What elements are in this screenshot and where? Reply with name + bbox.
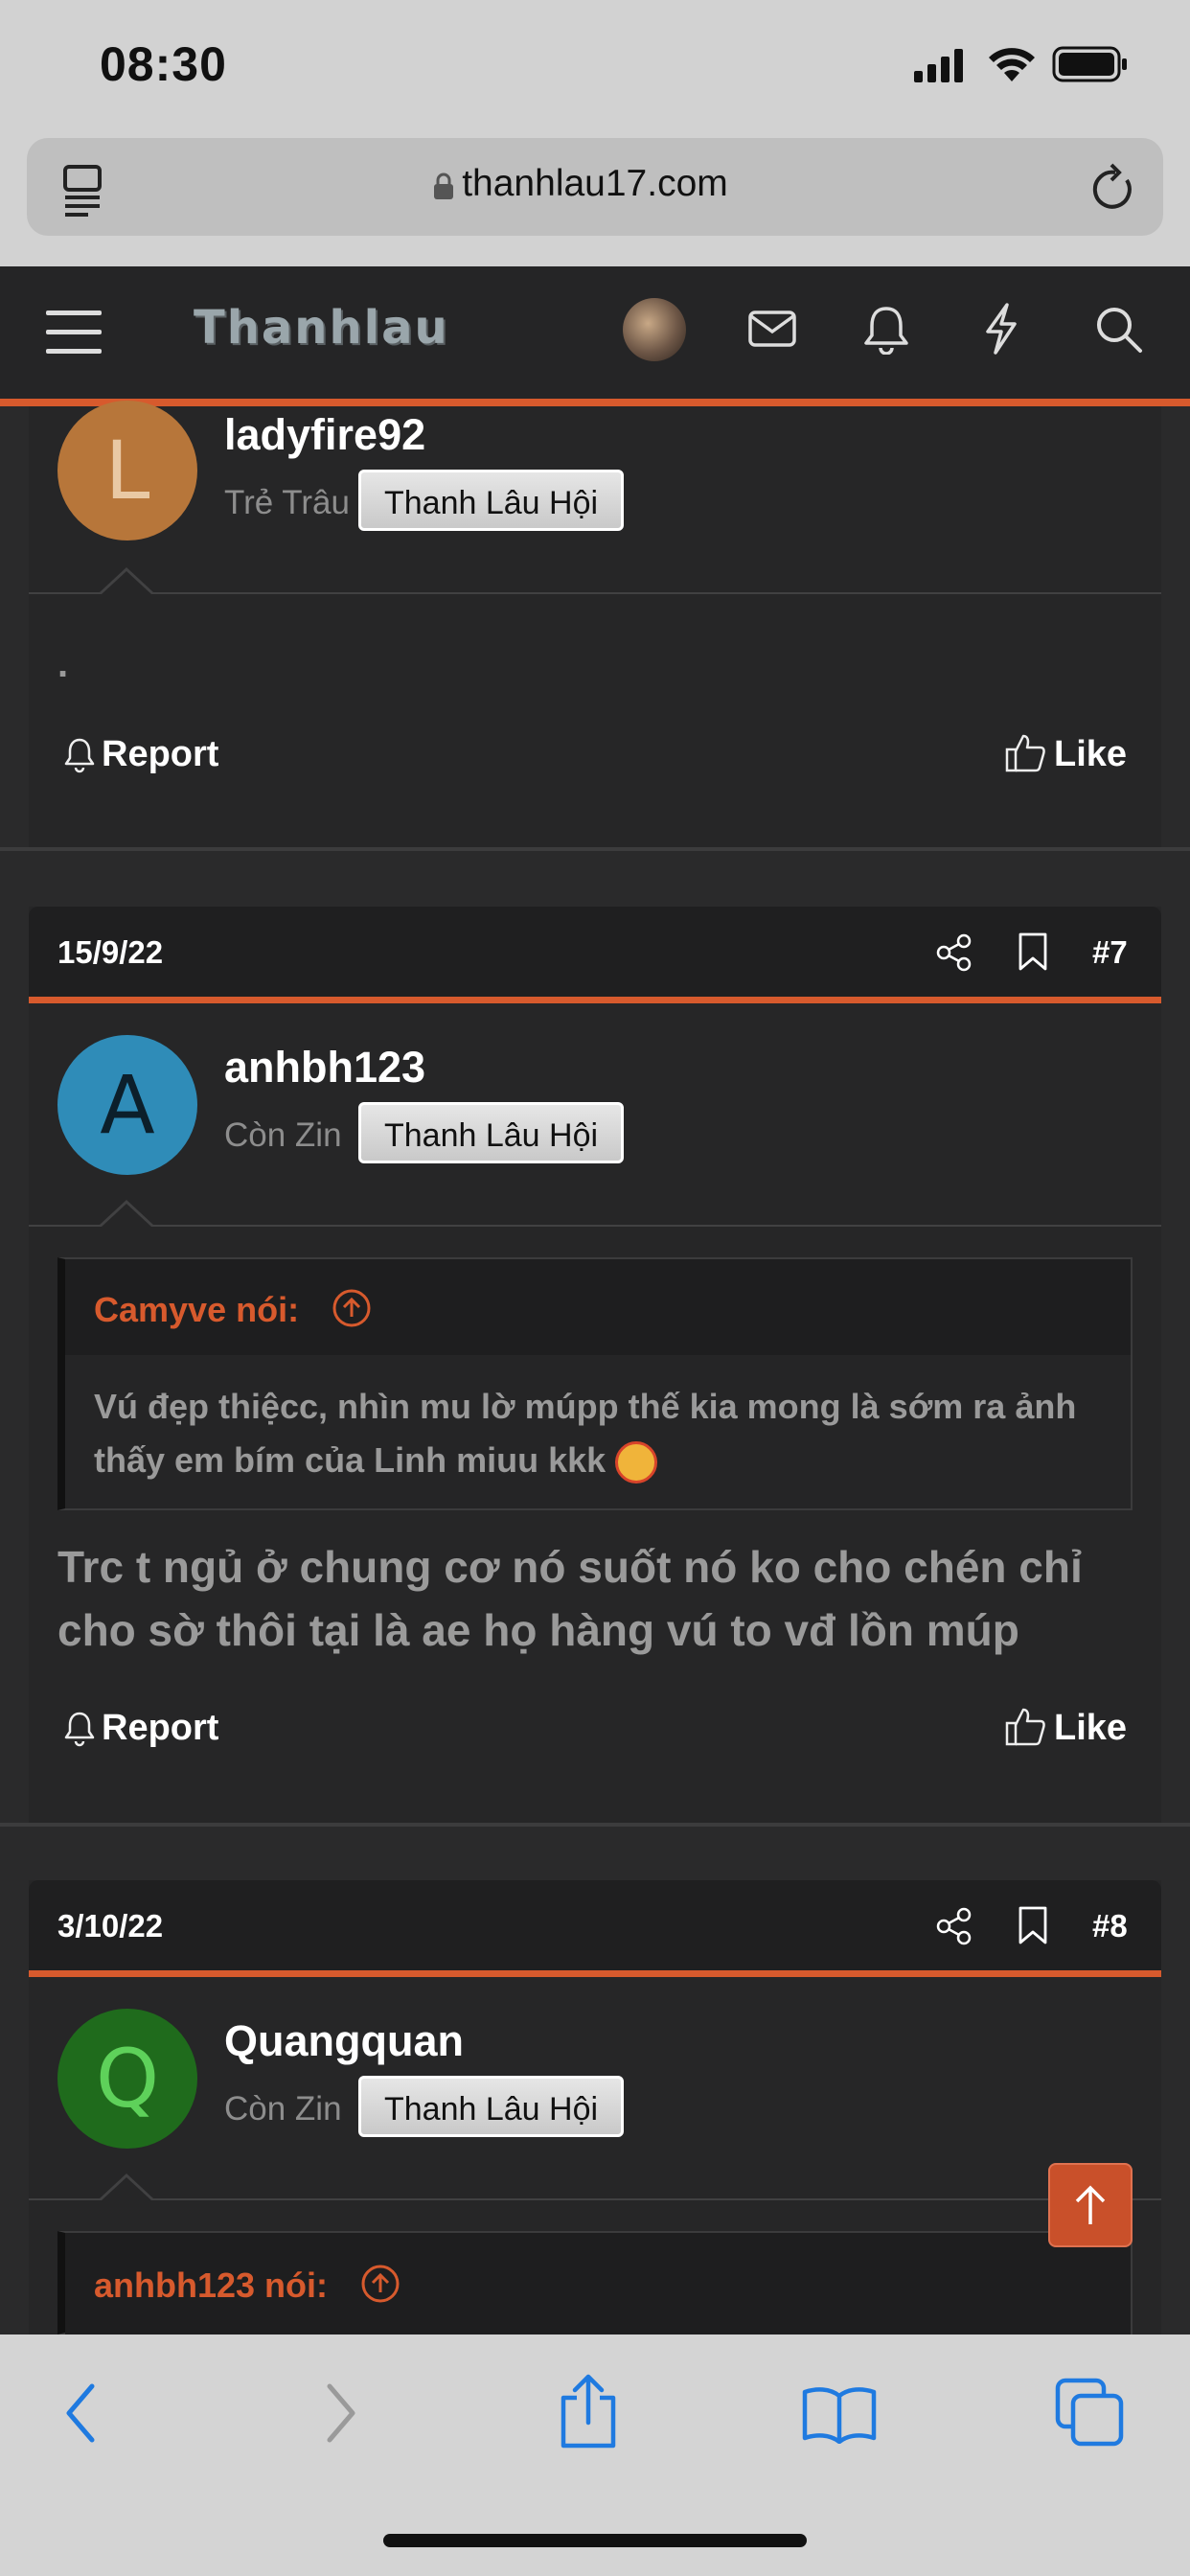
site-logo[interactable]: Thanhlau [194, 301, 449, 355]
back-chevron-icon[interactable] [61, 2382, 100, 2449]
post-number[interactable]: #7 [1092, 934, 1128, 971]
whats-new-bolt-icon[interactable] [982, 303, 1020, 359]
post-number[interactable]: #8 [1092, 1908, 1128, 1944]
header-accent-line [0, 399, 1190, 406]
user-avatar[interactable] [623, 298, 686, 361]
status-time: 08:30 [100, 37, 227, 91]
divider [29, 1225, 1161, 1227]
post-accent-line [29, 1970, 1161, 1977]
like-thumb-icon[interactable] [1004, 1706, 1046, 1753]
post-separator [0, 1823, 1190, 1827]
arrow-up-icon [1075, 2185, 1106, 2224]
username[interactable]: anhbh123 [224, 1043, 425, 1092]
username[interactable]: ladyfire92 [224, 410, 425, 460]
battery-icon [1052, 46, 1129, 89]
user-badge: Thanh Lâu Hội [358, 470, 625, 531]
wifi-icon [987, 43, 1037, 88]
hamburger-menu-icon[interactable] [46, 309, 103, 361]
user-badge: Thanh Lâu Hội [358, 1102, 625, 1163]
divider-pointer-fill [102, 2177, 151, 2200]
post-accent-line [29, 997, 1161, 1003]
divider-pointer-fill [102, 571, 151, 594]
quote-text: Vú đẹp thiệcc, nhìn mu lờ múpp thế kia m… [94, 1380, 1110, 1487]
laughing-emoji-icon [615, 1441, 658, 1484]
quote-text-content: Vú đẹp thiệcc, nhìn mu lờ múpp thế kia m… [94, 1387, 1077, 1480]
mail-icon[interactable] [747, 309, 797, 356]
username[interactable]: Quangquan [224, 2016, 464, 2066]
report-button[interactable]: Report [102, 734, 218, 775]
like-button[interactable]: Like [1054, 1708, 1127, 1749]
like-thumb-icon[interactable] [1004, 732, 1046, 779]
tabs-overview-icon[interactable] [1054, 2377, 1125, 2452]
divider [29, 592, 1161, 594]
post-date[interactable]: 3/10/22 [57, 1908, 163, 1944]
share-sheet-icon[interactable] [558, 2373, 619, 2454]
report-bell-icon[interactable] [63, 1711, 96, 1752]
quote-jump-arrow-icon[interactable] [332, 1288, 372, 1333]
forward-chevron-icon[interactable] [322, 2382, 360, 2449]
avatar[interactable]: Q [57, 2009, 197, 2149]
quote-author-link[interactable]: anhbh123 nói: [94, 2266, 328, 2306]
post-body: Trc t ngủ ở chung cơ nó suốt nó ko cho c… [57, 1542, 1083, 1655]
bookmarks-book-icon[interactable] [801, 2382, 878, 2449]
bookmark-icon[interactable] [1018, 932, 1048, 977]
avatar[interactable]: A [57, 1035, 197, 1175]
reload-icon[interactable] [1088, 161, 1138, 219]
report-bell-icon[interactable] [63, 737, 96, 778]
divider [29, 2198, 1161, 2200]
bookmark-icon[interactable] [1018, 1905, 1048, 1950]
notification-bell-icon[interactable] [862, 305, 910, 359]
home-indicator [383, 2534, 807, 2547]
share-icon[interactable] [935, 933, 973, 977]
cellular-signal-icon [912, 48, 970, 87]
report-button[interactable]: Report [102, 1708, 218, 1749]
url-text[interactable]: thanhlau17.com [0, 163, 1190, 205]
post-meta-bar [29, 907, 1161, 999]
quote-jump-arrow-icon[interactable] [360, 2264, 400, 2309]
scroll-to-top-button[interactable] [1048, 2163, 1133, 2247]
user-rank: Còn Zin [224, 2090, 342, 2128]
post-separator [0, 847, 1190, 851]
user-badge: Thanh Lâu Hội [358, 2076, 625, 2137]
search-icon[interactable] [1094, 305, 1144, 359]
like-button[interactable]: Like [1054, 734, 1127, 775]
user-rank: Trẻ Trâu [224, 484, 350, 521]
quote-author-link[interactable]: Camyve nói: [94, 1290, 299, 1330]
post-body: . [57, 643, 69, 685]
divider-pointer-fill [102, 1204, 151, 1227]
avatar[interactable]: L [57, 401, 197, 540]
post-date[interactable]: 15/9/22 [57, 934, 163, 971]
share-icon[interactable] [935, 1907, 973, 1950]
user-rank: Còn Zin [224, 1116, 342, 1154]
post-meta-bar [29, 1880, 1161, 1972]
